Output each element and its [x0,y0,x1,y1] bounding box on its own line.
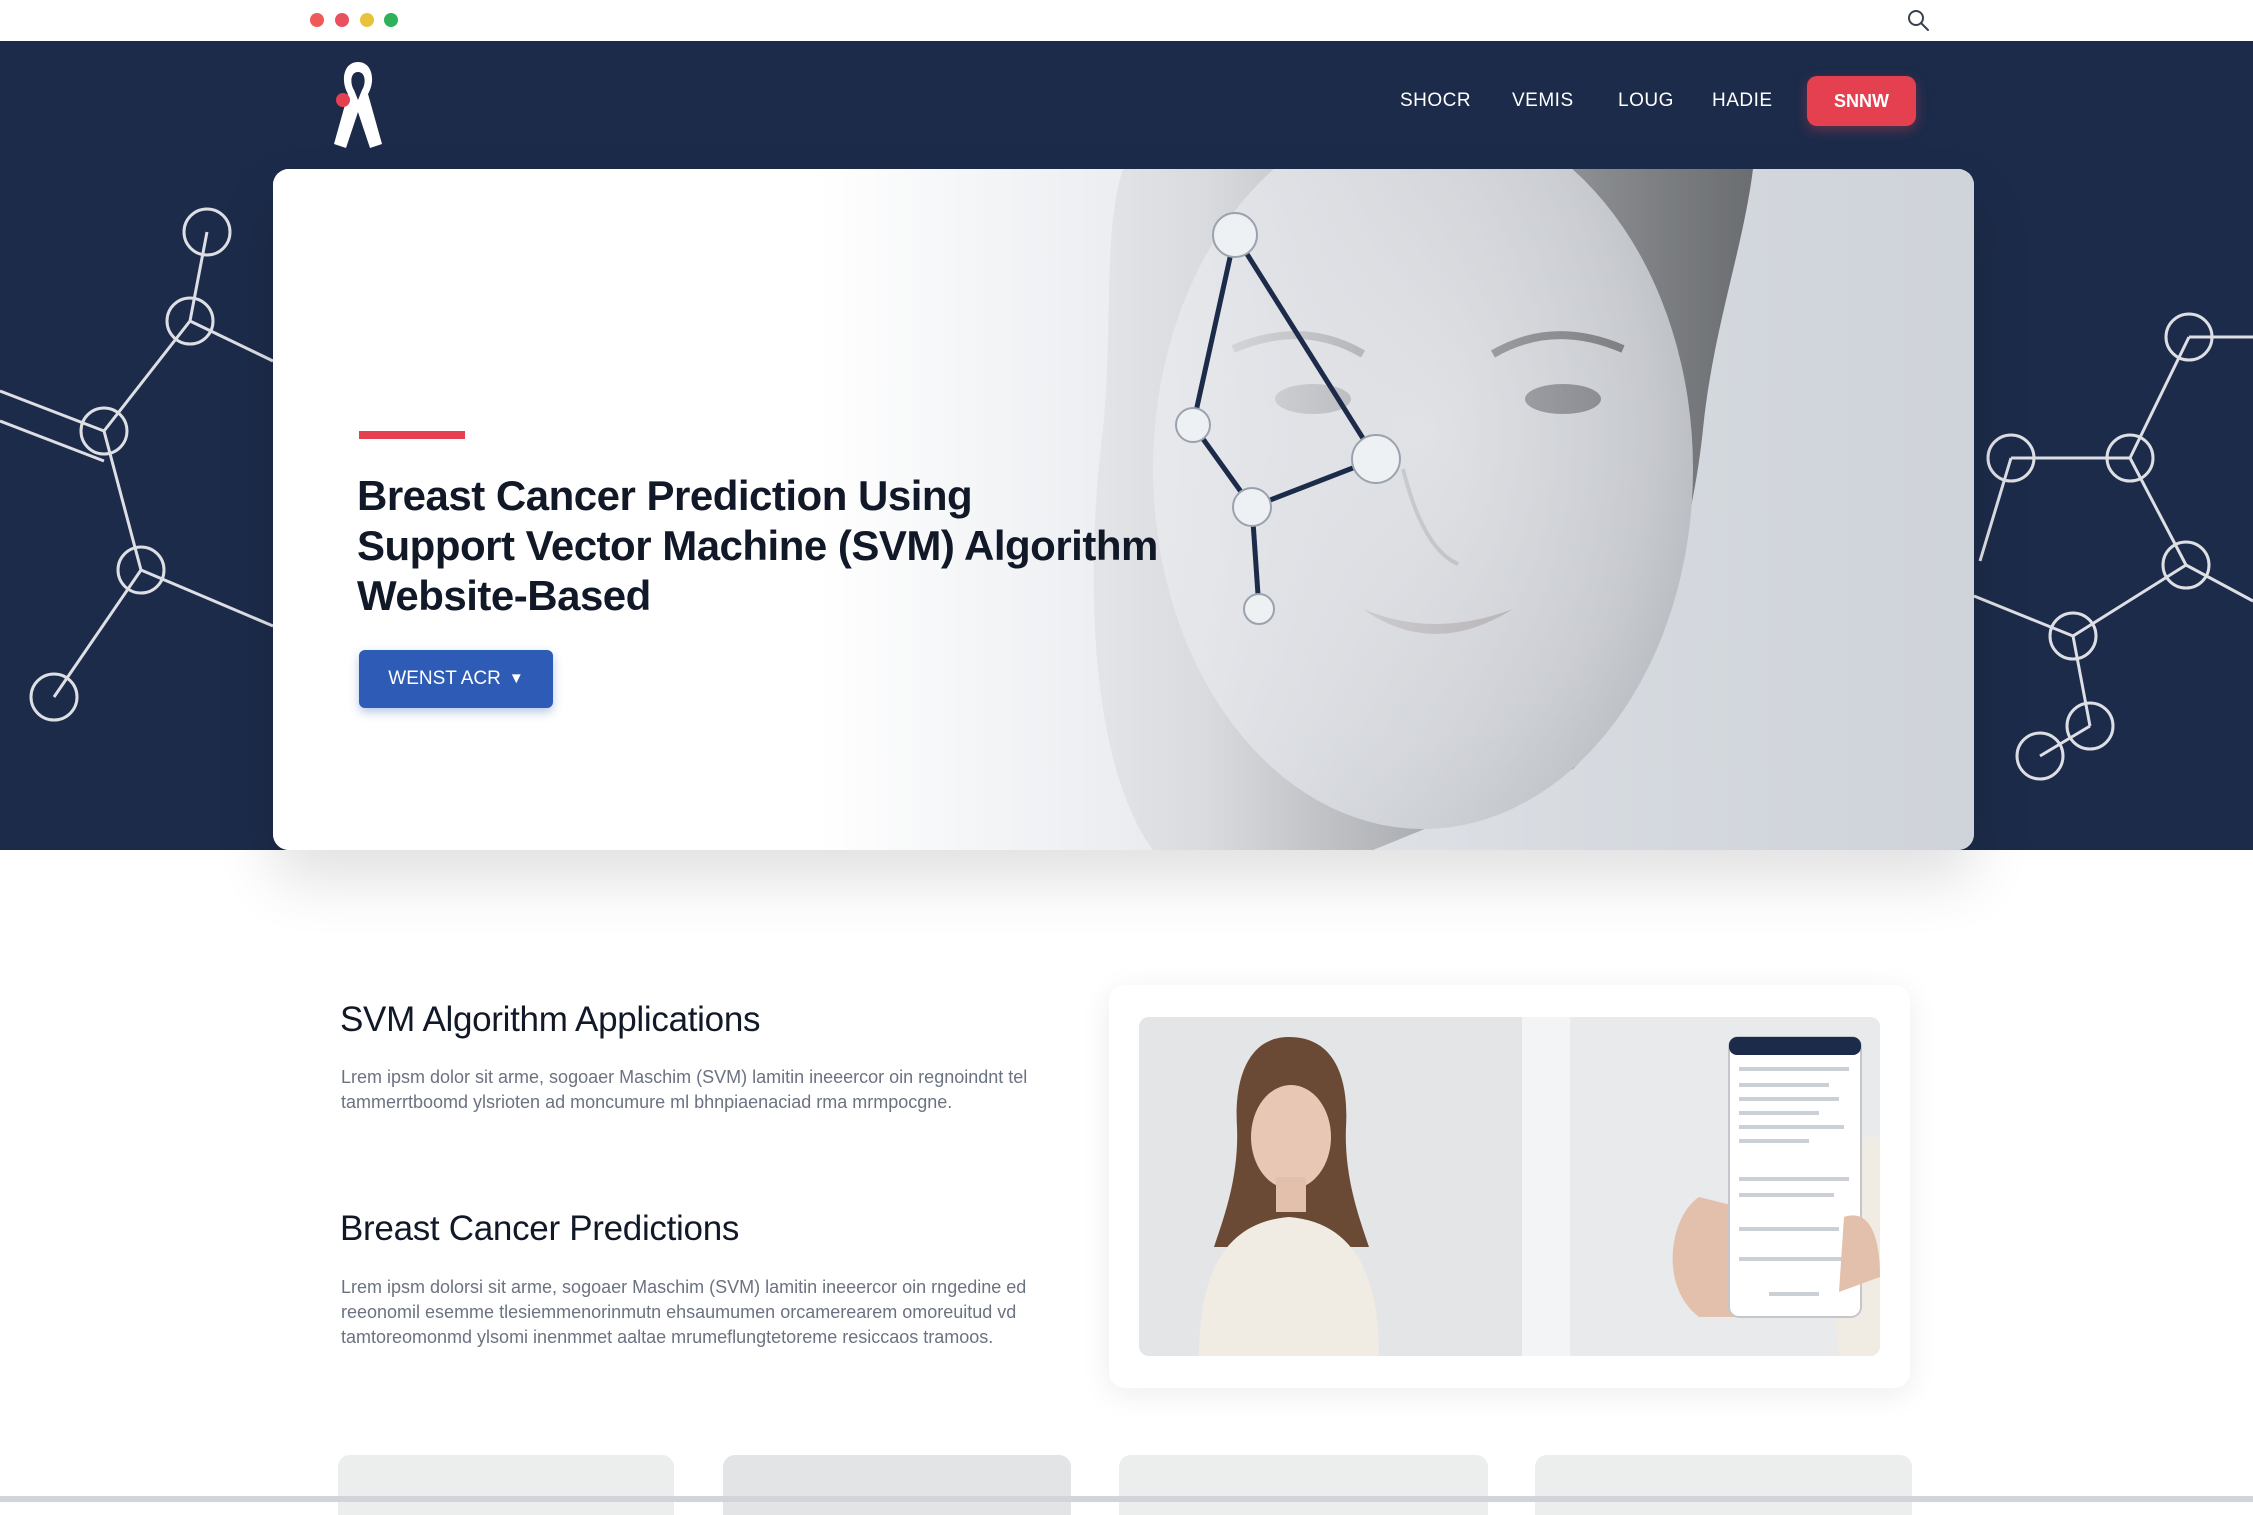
hero-title-line-2: Support Vector Machine (SVM) Algorithm [357,522,1158,569]
hero-title-line-1: Breast Cancer Prediction Using [357,472,973,519]
window-zoom-dot[interactable] [360,13,374,27]
nav-link-hadie[interactable]: HADIE [1712,89,1773,113]
section-body-svm: Lrem ipsm dolor sit arme, sogoaer Maschi… [341,1067,1028,1112]
card-tile [338,1455,674,1515]
hero-card: Breast Cancer Prediction Using Support V… [273,169,1974,850]
woman-with-phone-image [1139,1017,1880,1356]
page-bottom-border [0,1496,2253,1502]
chevron-down-icon: ▼ [508,670,524,687]
section-heading-predictions: Breast Cancer Predictions [340,1209,740,1248]
window-minimize-dot[interactable] [335,13,349,27]
section-body-predictions: Lrem ipsm dolorsi sit arme, sogoaer Masc… [341,1277,1027,1347]
nav-link-loug[interactable]: LOUG [1618,89,1674,113]
nav-link-shocr[interactable]: SHOCR [1400,89,1471,113]
hero-action-button[interactable]: WENST ACR ▼ [359,650,553,708]
media-card [1109,985,1910,1388]
nav-link-vemis[interactable]: VEMIS [1512,89,1574,113]
awareness-ribbon-icon[interactable] [330,58,386,150]
window-extra-dot[interactable] [384,13,398,27]
window-close-dot[interactable] [310,13,324,27]
card-tile [1535,1455,1912,1515]
hero-action-label: WENST ACR [388,668,501,690]
card-tile [723,1455,1071,1515]
hero-accent-bar [359,431,465,439]
hero-title-line-3: Website-Based [357,572,651,619]
browser-top-bar [0,0,2253,42]
card-tile [1119,1455,1488,1515]
media-image [1139,1017,1880,1356]
nav-cta-button[interactable]: SNNW [1807,76,1916,126]
hero-title: Breast Cancer Prediction Using Support V… [357,471,1257,621]
search-icon[interactable] [1906,8,1930,32]
section-heading-svm: SVM Algorithm Applications [340,1000,761,1039]
